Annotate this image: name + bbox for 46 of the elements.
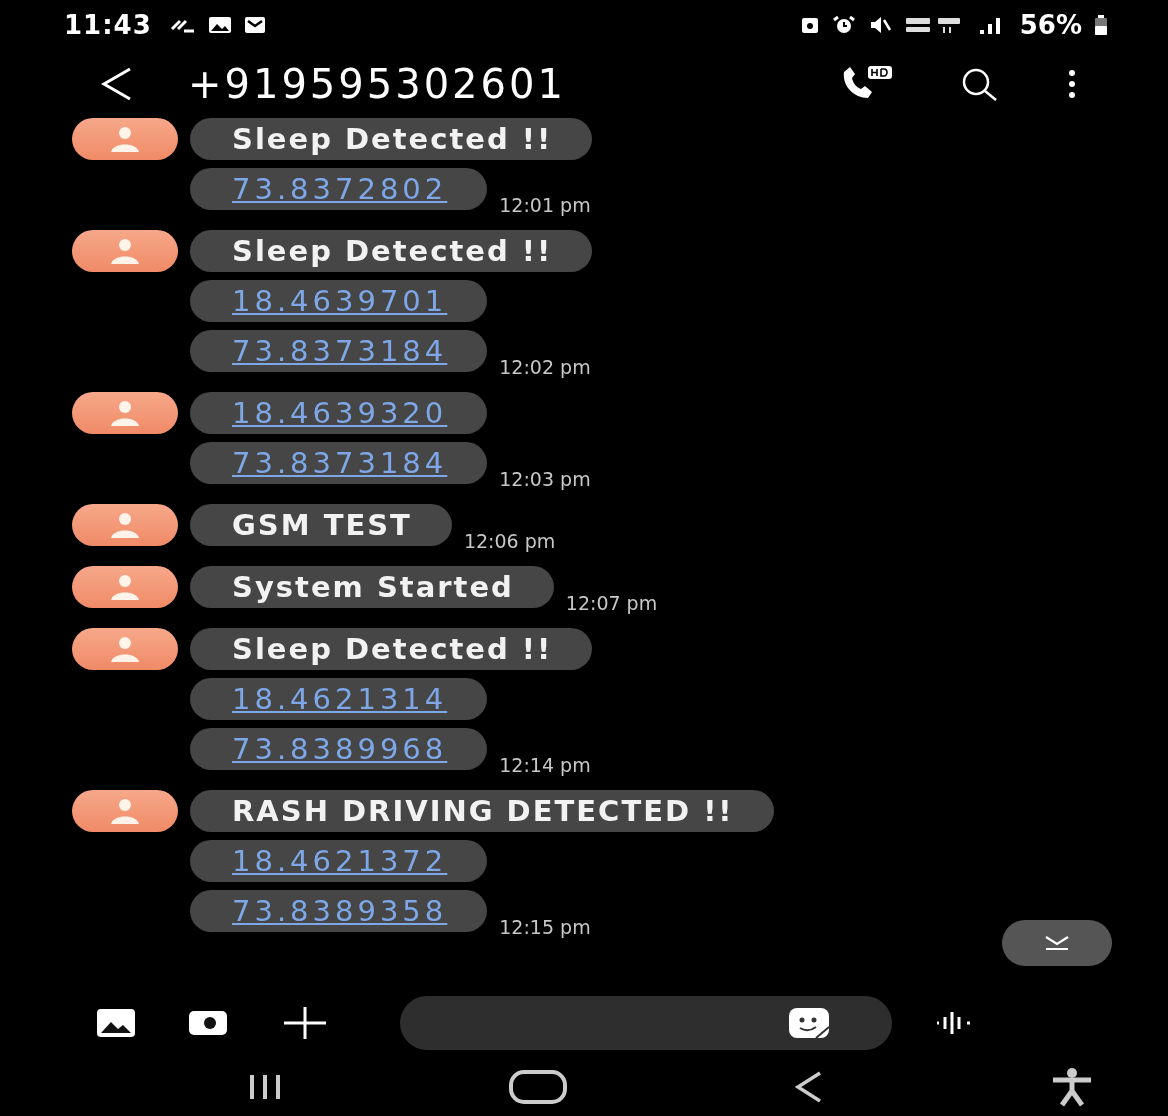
coordinate-link[interactable]: 18.4621372 <box>232 844 448 878</box>
coordinate-link[interactable]: 18.4639701 <box>232 284 448 318</box>
message-bubble: RASH DRIVING DETECTED !! <box>190 790 774 832</box>
avatar-icon[interactable] <box>72 790 178 832</box>
back-icon[interactable] <box>794 1069 824 1105</box>
message-time: 12:03 pm <box>499 468 591 490</box>
home-icon[interactable] <box>508 1069 568 1105</box>
message-bubble: Sleep Detected !! <box>190 118 593 160</box>
message-time: 12:02 pm <box>499 356 591 378</box>
coordinate-link[interactable]: 18.4639320 <box>232 396 448 430</box>
message-bubble: Sleep Detected !! <box>190 230 593 272</box>
message-time: 12:06 pm <box>463 530 556 552</box>
avatar-icon[interactable] <box>72 392 178 434</box>
contact-number: +919595302601 <box>188 61 567 107</box>
coordinate-link[interactable]: 73.8389358 <box>232 894 448 928</box>
accessibility-icon[interactable] <box>1050 1067 1094 1107</box>
status-time: 11:43 <box>64 10 152 40</box>
message-time: 12:01 pm <box>499 194 591 216</box>
battery-percent: 56% <box>1019 10 1082 40</box>
coordinate-link[interactable]: 73.8373184 <box>232 334 448 368</box>
coordinate-link[interactable]: 73.8372802 <box>232 172 448 206</box>
message-bubble: GSM TEST <box>190 504 452 546</box>
avatar-icon[interactable] <box>72 628 178 670</box>
message-time: 12:15 pm <box>499 916 591 938</box>
coordinate-link[interactable]: 73.8389968 <box>232 732 448 766</box>
message-bubble: Sleep Detected !! <box>190 628 593 670</box>
coordinate-link[interactable]: 18.4621314 <box>232 682 448 716</box>
image-icon <box>207 15 232 35</box>
gallery-icon[interactable] <box>96 1008 136 1038</box>
avatar-icon[interactable] <box>72 118 178 160</box>
scroll-down-button[interactable] <box>1002 920 1112 966</box>
message-bubble: System Started <box>190 566 554 608</box>
message-time: 12:07 pm <box>565 592 658 614</box>
alarm-icon <box>831 15 856 35</box>
avatar-icon[interactable] <box>72 230 178 272</box>
scroll-down-icon[interactable] <box>1043 935 1071 951</box>
message-time: 12:14 pm <box>499 754 591 776</box>
mail-icon <box>243 15 266 35</box>
battery-icon <box>1094 14 1108 36</box>
message-input[interactable] <box>400 996 892 1050</box>
camera-icon[interactable] <box>188 1008 228 1038</box>
avatar-icon[interactable] <box>72 566 178 608</box>
avatar-icon[interactable] <box>72 504 178 546</box>
sticker-icon[interactable] <box>788 1007 830 1039</box>
recent-apps-icon[interactable] <box>248 1073 282 1101</box>
coordinate-link[interactable]: 73.8373184 <box>232 446 448 480</box>
